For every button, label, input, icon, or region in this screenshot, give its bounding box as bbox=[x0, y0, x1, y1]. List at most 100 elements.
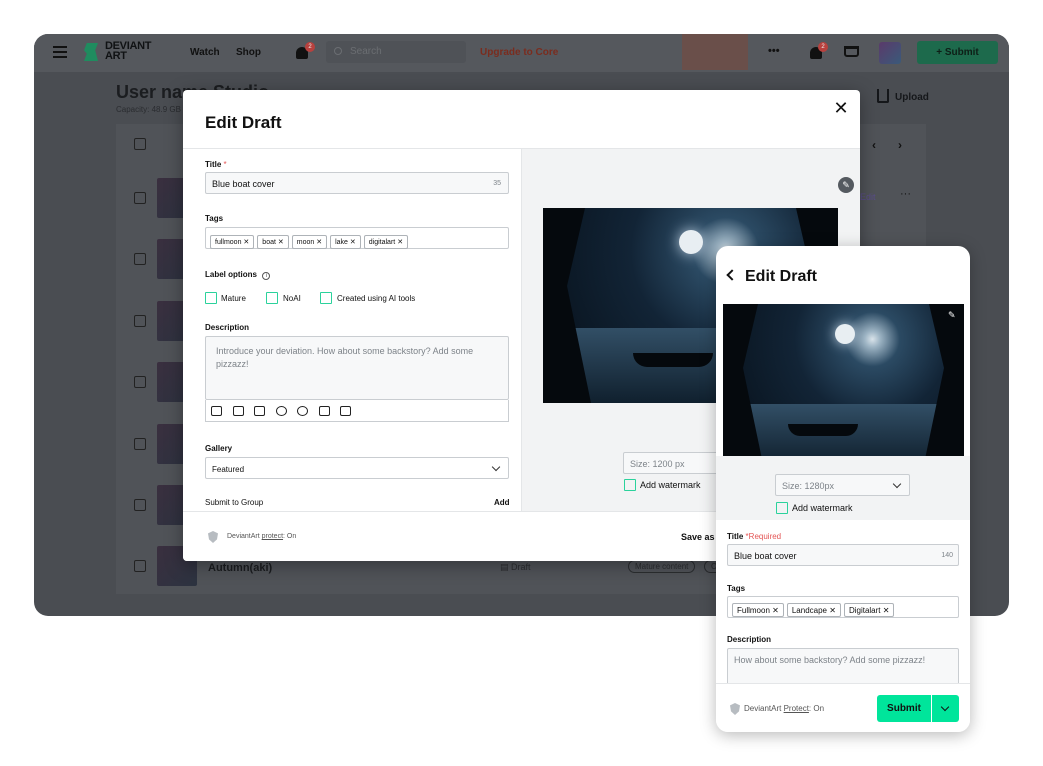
row-status: ▤ Draft bbox=[500, 562, 531, 572]
size-value: Size: 1200 px bbox=[630, 459, 685, 469]
title-char-count: 35 bbox=[493, 180, 501, 187]
mobile-artwork-preview[interactable]: ✎ bbox=[723, 304, 964, 464]
row-edit-link[interactable]: Edit bbox=[860, 192, 876, 202]
tag-chip[interactable]: Fullmoon ✕ bbox=[732, 603, 784, 617]
row-checkbox[interactable] bbox=[134, 499, 146, 511]
row-checkbox[interactable] bbox=[134, 315, 146, 327]
submit-button[interactable]: + Submit bbox=[917, 41, 998, 64]
mobile-tags-label: Tags bbox=[727, 584, 746, 593]
protect-link[interactable]: Protect bbox=[784, 704, 809, 713]
submit-to-group-label: Submit to Group bbox=[205, 498, 264, 507]
mobile-tags-input[interactable]: Fullmoon ✕ Landcape ✕ Digitalart ✕ bbox=[727, 596, 959, 618]
search-input[interactable] bbox=[326, 41, 466, 63]
upload-button[interactable]: Upload bbox=[895, 92, 929, 103]
back-chevron-icon[interactable] bbox=[726, 269, 738, 281]
embed-icon[interactable] bbox=[340, 406, 351, 416]
row-checkbox[interactable] bbox=[134, 192, 146, 204]
mobile-edit-draft-panel: Edit Draft ✎ Size: 1280px Add watermark … bbox=[716, 246, 970, 732]
tag-chip[interactable]: Digitalart ✕ bbox=[843, 603, 895, 617]
row-more-icon[interactable]: ··· bbox=[900, 188, 911, 200]
core-promo-image[interactable] bbox=[682, 34, 748, 70]
row-checkbox[interactable] bbox=[134, 376, 146, 388]
moon-shape bbox=[835, 324, 855, 344]
modal-title: Edit Draft bbox=[205, 113, 282, 132]
mobile-title-input[interactable]: Blue boat cover 140 bbox=[727, 544, 959, 566]
avatar[interactable] bbox=[879, 42, 901, 64]
deviantart-logo-icon[interactable] bbox=[84, 43, 98, 61]
brand-name[interactable]: DEVIANT ART bbox=[105, 41, 165, 62]
title-input[interactable]: Blue boat cover 35 bbox=[205, 172, 509, 194]
tag-label: Landcape bbox=[791, 606, 827, 615]
mobile-submit-button[interactable]: Submit bbox=[877, 695, 931, 722]
remove-tag-icon[interactable]: ✕ bbox=[316, 239, 322, 246]
tag-label: boat bbox=[262, 239, 276, 246]
remove-tag-icon[interactable]: ✕ bbox=[350, 239, 356, 246]
add-group-button[interactable]: Add bbox=[494, 498, 510, 507]
protect-suffix: : On bbox=[283, 533, 297, 540]
title-label-text: Title bbox=[205, 160, 222, 169]
gallery-image-icon[interactable] bbox=[233, 406, 244, 416]
more-menu-icon[interactable]: ••• bbox=[768, 45, 780, 57]
remove-tag-icon[interactable]: ✕ bbox=[772, 606, 779, 615]
info-icon[interactable]: i bbox=[262, 272, 271, 280]
description-textarea[interactable]: Introduce your deviation. How about some… bbox=[205, 336, 509, 400]
protect-suffix: : On bbox=[808, 704, 825, 713]
submit-options-chevron-icon[interactable] bbox=[932, 695, 959, 722]
cart-icon[interactable] bbox=[844, 46, 859, 57]
label-options-text: Label options bbox=[205, 270, 257, 279]
size-select[interactable]: Size: 1200 px bbox=[623, 452, 723, 474]
insert-image-icon[interactable] bbox=[211, 406, 222, 416]
tag-chip[interactable]: moon ✕ bbox=[291, 235, 328, 249]
mobile-watermark-checkbox[interactable] bbox=[776, 502, 788, 514]
tag-label: fullmoon bbox=[215, 239, 242, 246]
title-label: Title * bbox=[205, 160, 227, 169]
ai-tools-checkbox[interactable] bbox=[320, 292, 332, 304]
edit-image-icon[interactable]: ✎ bbox=[948, 310, 956, 321]
remove-tag-icon[interactable]: ✕ bbox=[243, 239, 249, 246]
mature-checkbox[interactable] bbox=[205, 292, 217, 304]
hamburger-menu-icon[interactable] bbox=[53, 46, 67, 58]
notification-badge: 2 bbox=[305, 42, 315, 52]
mobile-size-select[interactable]: Size: 1280px bbox=[775, 474, 910, 496]
edit-image-icon[interactable]: ✎ bbox=[838, 177, 854, 193]
nav-watch[interactable]: Watch bbox=[190, 47, 220, 58]
chevron-right-icon[interactable]: › bbox=[898, 138, 902, 152]
row-checkbox[interactable] bbox=[134, 560, 146, 572]
tag-label: Digitalart bbox=[848, 606, 881, 615]
row-title[interactable]: Autumn(aki) bbox=[208, 562, 272, 574]
tag-chip[interactable]: digitalart ✕ bbox=[363, 235, 409, 249]
tag-chip[interactable]: fullmoon ✕ bbox=[210, 235, 255, 249]
remove-tag-icon[interactable]: ✕ bbox=[829, 606, 836, 615]
tags-input[interactable]: fullmoon ✕ boat ✕ moon ✕ lake ✕ digitalart ✕ bbox=[205, 227, 509, 249]
tag-chip[interactable]: boat ✕ bbox=[257, 235, 289, 249]
watermark-checkbox[interactable] bbox=[624, 479, 636, 491]
row-status-text: Draft bbox=[511, 562, 531, 572]
remove-tag-icon[interactable]: ✕ bbox=[397, 239, 403, 246]
ai-tools-label: Created using AI tools bbox=[337, 294, 416, 303]
save-as-button[interactable]: Save as bbox=[681, 532, 715, 542]
label-options-heading: Label options i bbox=[205, 270, 271, 280]
tag-label: moon bbox=[296, 239, 315, 246]
row-checkbox[interactable] bbox=[134, 438, 146, 450]
emoticon-icon[interactable] bbox=[297, 406, 308, 416]
tag-chip[interactable]: lake ✕ bbox=[330, 235, 361, 249]
noai-checkbox[interactable] bbox=[266, 292, 278, 304]
row-checkbox[interactable] bbox=[134, 253, 146, 265]
select-all-checkbox[interactable] bbox=[134, 138, 146, 150]
gallery-select[interactable]: Featured bbox=[205, 457, 509, 479]
video-icon[interactable] bbox=[254, 406, 265, 416]
nav-shop[interactable]: Shop bbox=[236, 47, 261, 58]
upload-icon[interactable] bbox=[877, 89, 889, 103]
protect-link[interactable]: protect bbox=[262, 533, 283, 540]
remove-tag-icon[interactable]: ✕ bbox=[883, 606, 890, 615]
chevron-left-icon[interactable]: ‹ bbox=[872, 138, 876, 152]
gallery-label: Gallery bbox=[205, 444, 233, 453]
divider-icon[interactable] bbox=[319, 406, 330, 416]
remove-tag-icon[interactable]: ✕ bbox=[278, 239, 284, 246]
emoji-icon[interactable] bbox=[276, 406, 287, 416]
upgrade-to-core-link[interactable]: Upgrade to Core bbox=[480, 47, 558, 58]
mobile-description-textarea[interactable]: How about some backstory? Add some pizza… bbox=[727, 648, 959, 688]
mobile-size-value: Size: 1280px bbox=[782, 481, 835, 491]
tag-chip[interactable]: Landcape ✕ bbox=[786, 603, 841, 617]
close-icon[interactable]: ✕ bbox=[832, 99, 850, 117]
